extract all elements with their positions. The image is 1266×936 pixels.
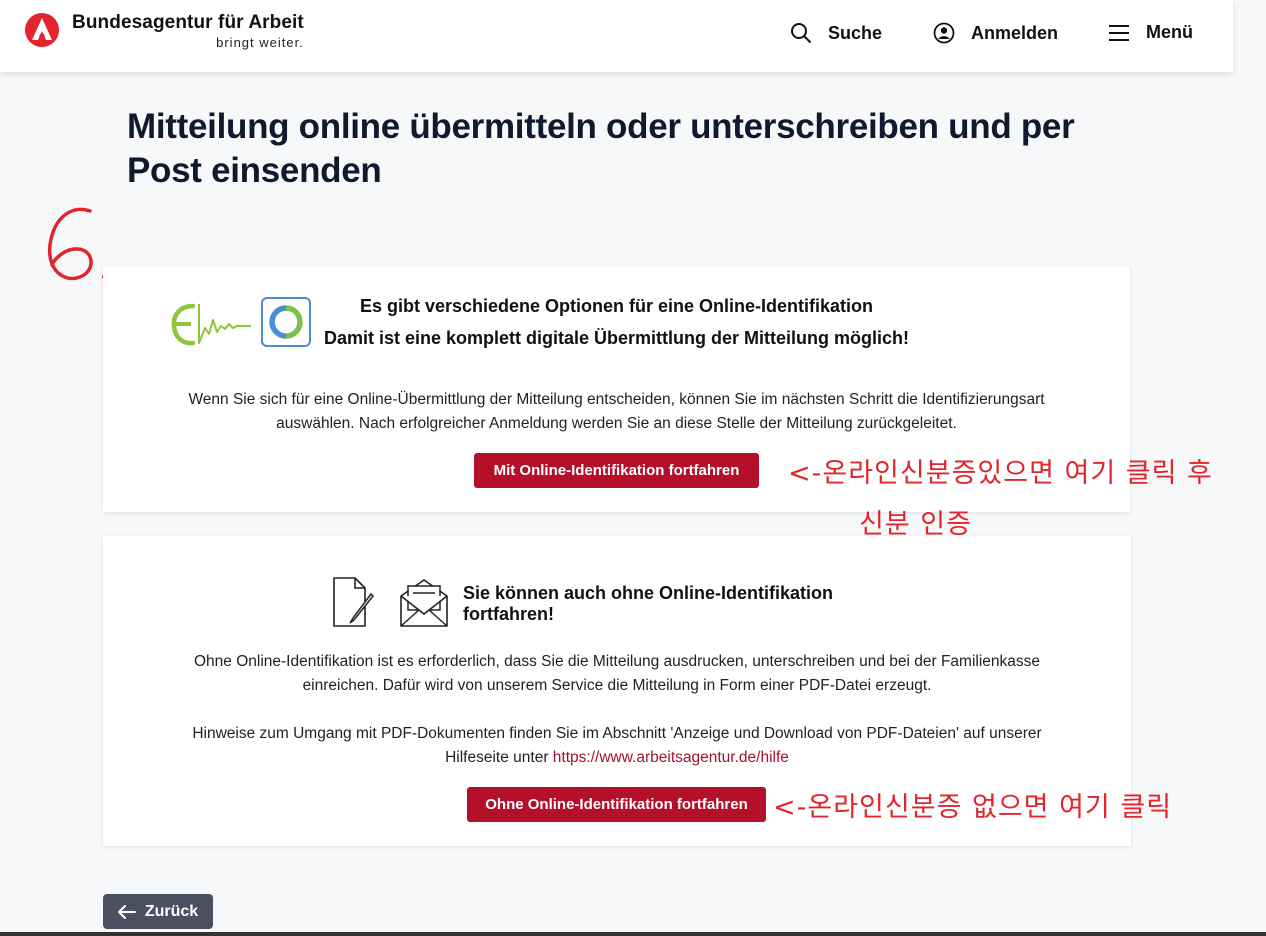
online-heading-line1: Es gibt verschiedene Optionen für eine O… [359, 296, 874, 316]
continue-with-online-id-button[interactable]: Mit Online-Identifikation fortfahren [474, 453, 759, 488]
logo-subtitle: bringt weiter. [216, 35, 304, 50]
ba-logo[interactable]: Bundesagentur für Arbeit bringt weiter. [24, 12, 304, 50]
annotation-online: <-온라인신분증있으면 여기 클릭 후 [788, 458, 1213, 489]
ba-logo-icon [25, 13, 59, 47]
menu-button[interactable]: Menü [1108, 22, 1193, 43]
search-icon [791, 23, 811, 43]
online-description: Wenn Sie sich für eine Online-Übermittlu… [188, 391, 1045, 432]
site-header: Bundesagentur für Arbeit bringt weiter. … [0, 0, 1233, 72]
bottom-divider [0, 932, 1266, 936]
menu-label: Menü [1146, 22, 1193, 42]
login-button[interactable]: Anmelden [933, 22, 1058, 44]
hamburger-icon [1109, 24, 1129, 41]
back-button[interactable]: Zurück [103, 894, 213, 929]
help-link[interactable]: https://www.arbeitsagentur.de/hilfe [553, 749, 789, 766]
search-label: Suche [828, 22, 883, 43]
continue-without-online-id-button[interactable]: Ohne Online-Identifikation fortfahren [467, 787, 766, 822]
step-marker-text: 6. [44, 205, 46, 206]
offline-description: Ohne Online-Identifikation ist es erford… [193, 653, 1041, 694]
annotation-offline: <-온라인신분증 없으면 여기 클릭 [773, 792, 1173, 823]
search-button[interactable]: Suche [790, 22, 882, 44]
arrow-left-icon [117, 904, 136, 919]
user-icon [933, 22, 955, 44]
envelope-icon [400, 579, 448, 627]
page-title: Mitteilung online übermitteln oder unter… [127, 107, 1075, 190]
pdf-hint: Hinweise zum Umgang mit PDF-Dokumenten f… [173, 722, 1061, 770]
login-label: Anmelden [971, 22, 1059, 43]
offline-heading: Sie können auch ohne Online-Identifikati… [463, 583, 834, 624]
eid-logo-icon [171, 303, 251, 346]
back-label: Zurück [144, 902, 199, 920]
logo-title: Bundesagentur für Arbeit [72, 12, 304, 33]
online-heading-line2: Damit ist eine komplett digitale Übermit… [323, 328, 910, 348]
document-pen-icon [333, 577, 375, 627]
